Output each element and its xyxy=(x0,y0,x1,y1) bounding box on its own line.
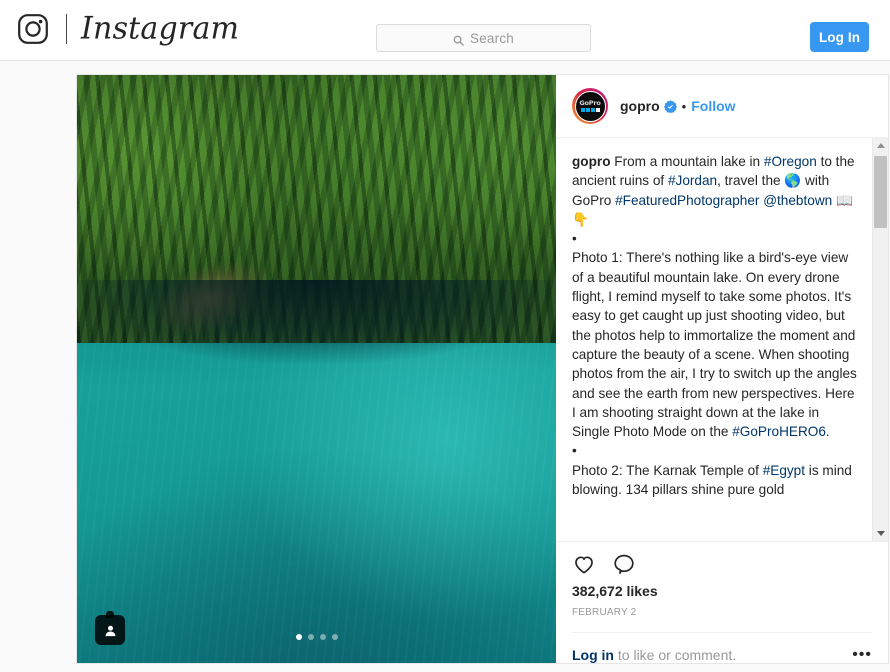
verified-badge-icon xyxy=(663,99,677,114)
login-prompt-rest: to like or comment. xyxy=(614,647,737,663)
login-prompt-row: Log in to like or comment. ••• xyxy=(572,633,872,664)
search-input[interactable]: Search xyxy=(376,24,591,52)
caption-photo1-end: . xyxy=(825,424,830,440)
carousel-dot-1[interactable] xyxy=(295,634,302,640)
top-navigation-bar: Instagram Search Log In xyxy=(0,0,890,61)
brand-area[interactable]: Instagram xyxy=(17,12,239,46)
caption-link-5[interactable]: #FeaturedPhotographer xyxy=(615,193,759,208)
likes-count[interactable]: 382,672 likes xyxy=(572,583,872,599)
scroll-up-arrow-icon[interactable] xyxy=(873,138,888,153)
instagram-wordmark[interactable]: Instagram xyxy=(81,12,239,46)
caption-text-0: From a mountain lake in xyxy=(610,154,764,169)
caption-photo1-text: Photo 1: There's nothing like a bird's-e… xyxy=(572,250,857,440)
login-button[interactable]: Log In xyxy=(810,22,869,52)
post-date: FEBRUARY 2 xyxy=(572,607,872,633)
carousel-dot-4[interactable] xyxy=(331,634,338,640)
gopro-avatar: GoPro xyxy=(574,90,606,122)
post-media[interactable] xyxy=(77,75,556,663)
brand-divider xyxy=(66,14,67,44)
caption-bullet-2: • xyxy=(572,443,577,459)
avatar[interactable]: GoPro xyxy=(572,88,608,124)
ellipsis-icon[interactable]: ••• xyxy=(852,647,872,663)
caption-link-3[interactable]: #Jordan xyxy=(668,173,717,188)
caption-hashtag-egypt[interactable]: #Egypt xyxy=(763,463,805,478)
gopro-logo-text: GoPro xyxy=(579,99,601,107)
carousel-dots[interactable] xyxy=(77,634,556,640)
post-actions: 382,672 likes FEBRUARY 2 Log in to like … xyxy=(556,542,888,663)
post-username[interactable]: gopro xyxy=(620,98,660,114)
caption-paragraph-photo1: Photo 1: There's nothing like a bird's-e… xyxy=(572,248,860,441)
post-caption: gopro From a mountain lake in #Oregon to… xyxy=(556,138,872,541)
caption-paragraph-photo2: Photo 2: The Karnak Temple of #Egypt is … xyxy=(572,461,860,500)
caption-photo2-text: Photo 2: The Karnak Temple of xyxy=(572,462,763,478)
search-icon xyxy=(453,33,464,46)
caption-link-1[interactable]: #Oregon xyxy=(764,154,817,169)
action-icon-row xyxy=(572,552,872,576)
shoreline-shadow xyxy=(77,280,556,390)
login-link[interactable]: Log in xyxy=(572,647,614,663)
follow-button[interactable]: Follow xyxy=(691,98,735,114)
caption-bullet-1: • xyxy=(572,231,577,247)
heart-icon[interactable] xyxy=(572,552,596,576)
instagram-post-card: GoPro gopro • Follow gopro From a mounta… xyxy=(76,74,889,664)
login-prompt-text: Log in to like or comment. xyxy=(572,647,736,663)
caption-scrollbar[interactable] xyxy=(872,138,888,541)
caption-author[interactable]: gopro xyxy=(572,154,611,169)
post-author-line: gopro • Follow xyxy=(620,98,736,114)
header-separator: • xyxy=(681,98,687,114)
lake-photo xyxy=(77,75,556,663)
caption-scroll-area: gopro From a mountain lake in #Oregon to… xyxy=(556,138,888,542)
scroll-thumb[interactable] xyxy=(874,156,887,228)
carousel-dot-2[interactable] xyxy=(307,634,314,640)
carousel-dot-3[interactable] xyxy=(319,634,326,640)
person-tag-icon[interactable] xyxy=(95,611,125,645)
scroll-down-arrow-icon[interactable] xyxy=(873,526,888,541)
caption-link-7[interactable]: @thebtown xyxy=(763,193,832,208)
caption-intro-text: From a mountain lake in #Oregon to the a… xyxy=(572,154,855,227)
post-info-panel: GoPro gopro • Follow gopro From a mounta… xyxy=(556,75,888,663)
gopro-logo-squares xyxy=(580,108,600,112)
post-header: GoPro gopro • Follow xyxy=(556,75,888,138)
caption-paragraph-intro: gopro From a mountain lake in #Oregon to… xyxy=(572,152,860,229)
search-placeholder-text: Search xyxy=(470,30,514,46)
instagram-camera-icon[interactable] xyxy=(17,13,49,45)
comment-bubble-icon[interactable] xyxy=(612,552,636,576)
caption-hashtag-goprohero6[interactable]: #GoProHERO6 xyxy=(732,424,826,439)
